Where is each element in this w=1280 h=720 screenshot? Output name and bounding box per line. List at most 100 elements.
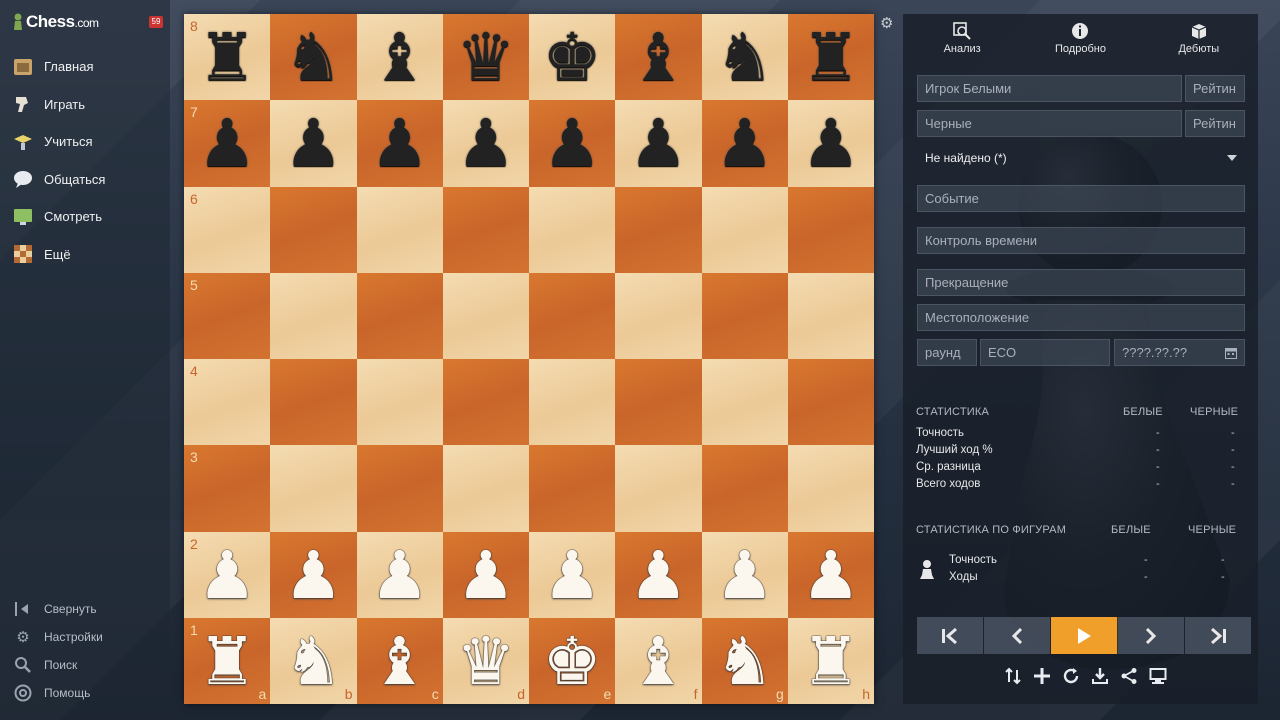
square-a5[interactable]: 5: [184, 272, 271, 359]
black-bishop-piece[interactable]: ♝: [370, 25, 429, 91]
tab-details[interactable]: Подробно: [1021, 14, 1139, 62]
black-king-piece[interactable]: ♚: [543, 25, 602, 91]
square-e1[interactable]: e ♚: [529, 617, 616, 704]
black-pawn-piece[interactable]: ♟: [284, 111, 343, 177]
white-bishop-piece[interactable]: ♝: [370, 628, 429, 695]
square-c2[interactable]: ♟: [356, 531, 443, 618]
reset-button[interactable]: [1061, 666, 1080, 685]
square-c4[interactable]: [356, 359, 443, 446]
white-queen-piece[interactable]: ♛: [456, 628, 515, 695]
square-a2[interactable]: 2 ♟: [184, 531, 271, 618]
nav-item-collapse[interactable]: Свернуть: [14, 595, 103, 623]
square-b3[interactable]: [270, 445, 357, 532]
black-bishop-piece[interactable]: ♝: [629, 25, 688, 91]
square-h6[interactable]: [787, 186, 874, 273]
nav-item-home[interactable]: Главная: [12, 48, 105, 86]
white-rating-input[interactable]: [1185, 75, 1245, 102]
black-pawn-piece[interactable]: ♟: [543, 111, 602, 177]
square-g5[interactable]: [701, 272, 788, 359]
square-e8[interactable]: ♚: [529, 14, 616, 101]
square-d4[interactable]: [442, 359, 529, 446]
square-h4[interactable]: [787, 359, 874, 446]
square-f7[interactable]: ♟: [615, 100, 702, 187]
black-queen-piece[interactable]: ♛: [456, 25, 515, 91]
white-bishop-piece[interactable]: ♝: [629, 628, 688, 695]
square-d6[interactable]: [442, 186, 529, 273]
square-d2[interactable]: ♟: [442, 531, 529, 618]
square-c1[interactable]: c ♝: [356, 617, 443, 704]
square-d1[interactable]: d ♛: [442, 617, 529, 704]
square-a8[interactable]: 8 ♜: [184, 14, 271, 101]
square-g2[interactable]: ♟: [701, 531, 788, 618]
download-button[interactable]: [1090, 666, 1109, 685]
square-b5[interactable]: [270, 272, 357, 359]
location-input[interactable]: [917, 304, 1245, 331]
square-b6[interactable]: [270, 186, 357, 273]
nav-item-social[interactable]: Общаться: [12, 161, 105, 199]
square-c8[interactable]: ♝: [356, 14, 443, 101]
square-a4[interactable]: 4: [184, 359, 271, 446]
square-h3[interactable]: [787, 445, 874, 532]
square-g3[interactable]: [701, 445, 788, 532]
white-player-input[interactable]: [917, 75, 1182, 102]
white-king-piece[interactable]: ♚: [543, 628, 602, 695]
square-d3[interactable]: [442, 445, 529, 532]
square-f6[interactable]: [615, 186, 702, 273]
nav-item-more[interactable]: Ещё: [12, 236, 105, 274]
round-input[interactable]: [917, 339, 977, 366]
white-rook-piece[interactable]: ♜: [801, 628, 860, 695]
share-button[interactable]: [1119, 666, 1138, 685]
square-e7[interactable]: ♟: [529, 100, 616, 187]
board-settings-gear-icon[interactable]: ⚙: [880, 16, 896, 32]
time-control-input[interactable]: [917, 227, 1245, 254]
black-pawn-piece[interactable]: ♟: [715, 111, 774, 177]
square-f5[interactable]: [615, 272, 702, 359]
logo[interactable]: Chess.com: [12, 10, 99, 34]
square-a3[interactable]: 3: [184, 445, 271, 532]
white-pawn-piece[interactable]: ♟: [629, 542, 688, 609]
tab-analysis[interactable]: Анализ: [903, 14, 1021, 62]
nav-item-play[interactable]: Играть: [12, 86, 105, 124]
nav-item-learn[interactable]: Учиться: [12, 123, 105, 161]
event-input[interactable]: [917, 185, 1245, 212]
white-pawn-piece[interactable]: ♟: [543, 542, 602, 609]
square-e5[interactable]: [529, 272, 616, 359]
notification-badge[interactable]: 59: [149, 16, 163, 28]
square-g6[interactable]: [701, 186, 788, 273]
square-b4[interactable]: [270, 359, 357, 446]
square-b2[interactable]: ♟: [270, 531, 357, 618]
black-knight-piece[interactable]: ♞: [284, 25, 343, 91]
square-h7[interactable]: ♟: [787, 100, 874, 187]
square-c6[interactable]: [356, 186, 443, 273]
square-e4[interactable]: [529, 359, 616, 446]
black-rating-input[interactable]: [1185, 110, 1245, 137]
square-h1[interactable]: h ♜: [787, 617, 874, 704]
add-button[interactable]: [1032, 666, 1051, 685]
white-pawn-piece[interactable]: ♟: [370, 542, 429, 609]
white-pawn-piece[interactable]: ♟: [801, 542, 860, 609]
square-h2[interactable]: ♟: [787, 531, 874, 618]
square-f2[interactable]: ♟: [615, 531, 702, 618]
prev-move-button[interactable]: [984, 617, 1051, 654]
nav-item-settings[interactable]: ⚙ Настройки: [14, 623, 103, 651]
black-pawn-piece[interactable]: ♟: [198, 111, 257, 177]
square-c3[interactable]: [356, 445, 443, 532]
square-g7[interactable]: ♟: [701, 100, 788, 187]
nav-item-search[interactable]: Поиск: [14, 651, 103, 679]
tab-openings[interactable]: Дебюты: [1140, 14, 1258, 62]
square-e2[interactable]: ♟: [529, 531, 616, 618]
eco-input[interactable]: [980, 339, 1110, 366]
square-d7[interactable]: ♟: [442, 100, 529, 187]
white-pawn-piece[interactable]: ♟: [715, 542, 774, 609]
white-pawn-piece[interactable]: ♟: [284, 542, 343, 609]
black-knight-piece[interactable]: ♞: [715, 25, 774, 91]
square-f4[interactable]: [615, 359, 702, 446]
white-knight-piece[interactable]: ♞: [715, 628, 774, 695]
square-d8[interactable]: ♛: [442, 14, 529, 101]
white-pawn-piece[interactable]: ♟: [456, 542, 515, 609]
square-f3[interactable]: [615, 445, 702, 532]
square-f8[interactable]: ♝: [615, 14, 702, 101]
square-c5[interactable]: [356, 272, 443, 359]
white-rook-piece[interactable]: ♜: [198, 628, 257, 695]
black-rook-piece[interactable]: ♜: [801, 25, 860, 91]
